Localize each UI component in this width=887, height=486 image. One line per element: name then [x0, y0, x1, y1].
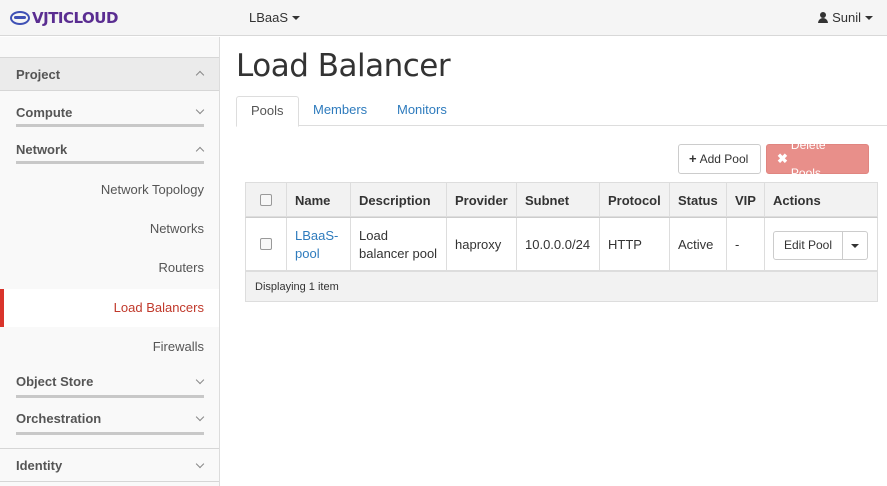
sidebar-item-firewalls[interactable]: Firewalls	[153, 339, 204, 354]
pool-status: Active	[678, 237, 714, 252]
add-pool-label: Add Pool	[699, 152, 749, 166]
chevron-down-icon	[195, 412, 205, 422]
header-col: Description	[351, 183, 447, 216]
tab-pools[interactable]: Pools	[236, 96, 299, 127]
sidebar-item-network-topology[interactable]: Network Topology	[101, 182, 204, 197]
cloud-logo-icon	[10, 11, 30, 25]
item-count: Displaying 1 item	[255, 281, 339, 293]
header-actions: Actions	[773, 193, 821, 208]
pool-provider: haproxy	[455, 237, 502, 252]
caret-down-icon	[865, 15, 873, 20]
row-col: Active	[670, 218, 727, 270]
chevron-down-icon	[195, 375, 205, 385]
row-col-select	[246, 218, 287, 270]
sidebar-item-routers[interactable]: Routers	[158, 260, 204, 275]
header-col: Status	[670, 183, 727, 216]
header-col: Provider	[447, 183, 517, 216]
user-menu[interactable]: Sunil	[818, 10, 873, 25]
sidebar: Project Compute Network Network Topology…	[0, 37, 220, 486]
header-vip[interactable]: VIP	[735, 193, 756, 208]
row-col: Load balancer pool	[351, 218, 447, 270]
table-footer: Displaying 1 item	[245, 271, 878, 302]
sidebar-item-networks[interactable]: Networks	[150, 221, 204, 236]
pool-subnet: 10.0.0.0/24	[525, 237, 591, 252]
header-name[interactable]: Name	[295, 193, 330, 208]
pool-description: balancer pool	[359, 246, 438, 261]
header-col: VIP	[727, 183, 765, 216]
row-col: HTTP	[600, 218, 670, 270]
table-header: Name Description Provider Subnet Protoco…	[245, 182, 878, 217]
tab-bar: Pools Members Monitors	[236, 96, 887, 127]
header-col: Protocol	[600, 183, 670, 216]
tab-members[interactable]: Members	[299, 96, 381, 126]
row-col: LBaaS- pool	[287, 218, 351, 270]
sidebar-item-label: Load Balancers	[113, 300, 204, 315]
sidebar-group-label: Object Store	[16, 374, 94, 389]
delete-pools-button[interactable]: ✖ Delete Pools	[766, 138, 869, 180]
sidebar-group-label: Network	[16, 142, 68, 157]
row-col: -	[727, 218, 765, 270]
header-col: Subnet	[517, 183, 600, 216]
header-status[interactable]: Status	[678, 193, 718, 208]
header-col-select	[246, 183, 287, 216]
row-col: 10.0.0.0/24	[517, 218, 600, 270]
sidebar-group-label: Compute	[16, 105, 73, 120]
sidebar-section-identity[interactable]: Identity	[0, 448, 219, 482]
row-col: haproxy	[447, 218, 517, 270]
sidebar-section-label: Project	[16, 67, 61, 82]
pool-vip: -	[735, 237, 740, 252]
group-underline	[16, 161, 204, 164]
group-underline	[16, 395, 204, 398]
close-icon: ✖	[777, 151, 788, 166]
pool-description: Load	[359, 228, 388, 243]
header-col: Actions	[765, 183, 877, 216]
chevron-up-icon	[195, 70, 205, 80]
caret-down-icon	[292, 15, 301, 20]
pool-name-link[interactable]: pool	[295, 246, 320, 261]
row-actions: Edit Pool	[773, 231, 868, 260]
page-title: Load Balancer	[236, 48, 451, 84]
delete-pools-label: Delete Pools	[790, 138, 826, 180]
chevron-down-icon	[195, 105, 205, 115]
header-col: Name	[287, 183, 351, 216]
group-underline	[16, 432, 204, 435]
actions-dropdown-toggle[interactable]	[843, 231, 868, 260]
sidebar-section-label: Identity	[16, 458, 63, 473]
header-description[interactable]: Description	[359, 193, 431, 208]
user-icon	[818, 12, 829, 23]
project-name: LBaaS	[249, 10, 289, 25]
sidebar-group-label: Orchestration	[16, 411, 102, 426]
brand-text: VJTICLOUD	[32, 9, 118, 27]
brand-logo[interactable]: VJTICLOUD	[10, 8, 118, 28]
sidebar-item-load-balancers[interactable]: Load Balancers	[0, 289, 219, 327]
add-pool-button[interactable]: + Add Pool	[678, 144, 761, 174]
chevron-down-icon	[195, 459, 205, 469]
table-row: LBaaS- pool Load balancer pool haproxy 1…	[245, 217, 878, 271]
select-all-checkbox[interactable]	[260, 194, 272, 206]
project-dropdown[interactable]: LBaaS	[249, 10, 301, 25]
header-provider[interactable]: Provider	[455, 193, 508, 208]
header-subnet[interactable]: Subnet	[525, 193, 569, 208]
group-underline	[16, 124, 204, 127]
pool-protocol: HTTP	[608, 237, 642, 252]
plus-icon: +	[689, 151, 697, 166]
edit-pool-button[interactable]: Edit Pool	[773, 231, 843, 260]
caret-down-icon	[851, 243, 859, 248]
sidebar-section-project[interactable]: Project	[0, 57, 219, 91]
tab-monitors[interactable]: Monitors	[383, 96, 461, 126]
row-checkbox[interactable]	[260, 238, 272, 250]
top-navbar: VJTICLOUD LBaaS Sunil	[0, 0, 887, 36]
pool-name-link[interactable]: LBaaS-	[295, 228, 338, 243]
user-name: Sunil	[832, 10, 861, 25]
chevron-up-icon	[195, 146, 205, 156]
header-protocol[interactable]: Protocol	[608, 193, 661, 208]
